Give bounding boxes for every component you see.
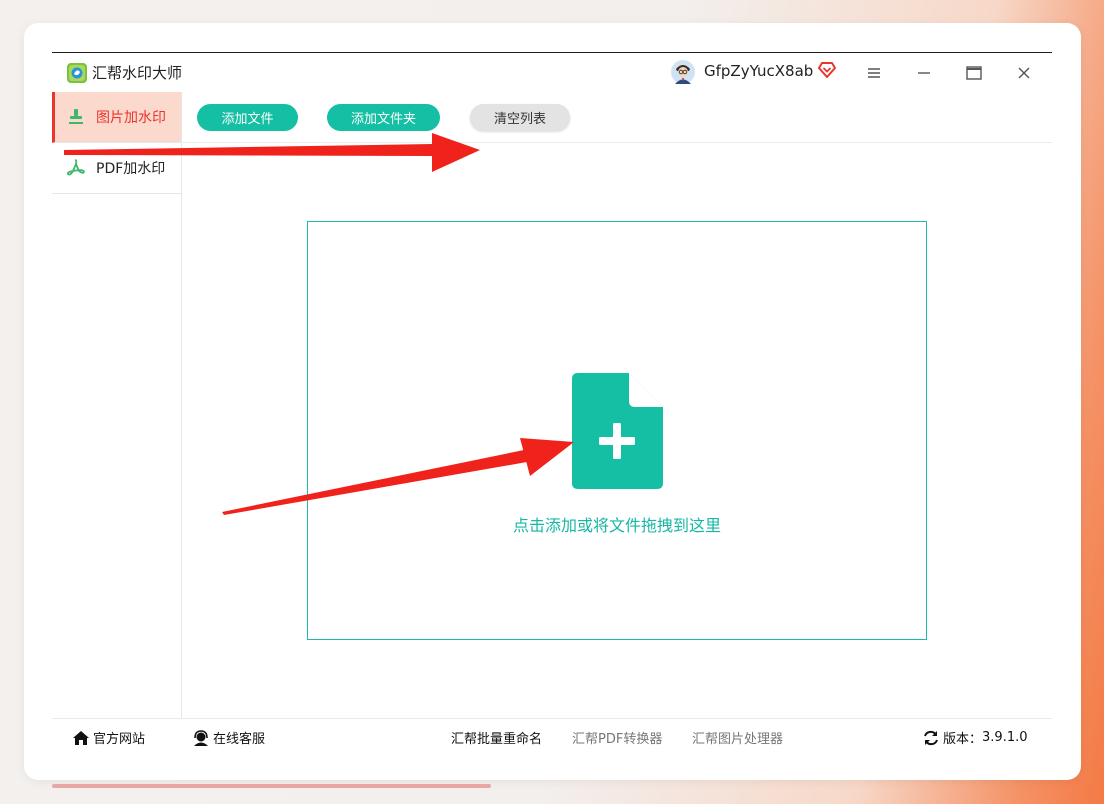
menu-icon[interactable]	[862, 61, 886, 85]
sidebar-item-label: PDF加水印	[96, 161, 166, 177]
user-avatar-icon[interactable]	[671, 60, 695, 84]
decorative-bar	[52, 784, 491, 788]
online-support-label: 在线客服	[213, 732, 266, 747]
sidebar-item-label: 图片加水印	[96, 110, 166, 126]
image-processor-link[interactable]: 汇帮图片处理器	[692, 728, 783, 747]
official-website-label: 官方网站	[93, 732, 146, 747]
app-logo-icon	[67, 63, 87, 83]
official-website-link[interactable]: 官方网站	[72, 728, 145, 747]
clear-list-button[interactable]: 清空列表	[470, 104, 570, 131]
toolbar: 添加文件 添加文件夹 清空列表	[181, 92, 1052, 143]
version-value: 3.9.1.0	[982, 730, 1028, 745]
sidebar-item-image-watermark[interactable]: 图片加水印	[52, 92, 181, 143]
maximize-icon[interactable]	[962, 61, 986, 85]
add-file-button[interactable]: 添加文件	[197, 104, 298, 131]
pdf-icon	[66, 159, 85, 176]
pdf-converter-link[interactable]: 汇帮PDF转换器	[572, 728, 662, 747]
minimize-icon[interactable]	[912, 61, 936, 85]
sidebar: 图片加水印 PDF加水印	[52, 92, 182, 718]
sidebar-item-pdf-watermark[interactable]: PDF加水印	[52, 143, 181, 194]
footer: 官方网站 在线客服 汇帮批量重命名 汇帮PDF转换器 汇帮图片处理器 版本： 3…	[52, 718, 1052, 753]
stamp-icon	[69, 109, 83, 124]
refresh-icon	[924, 730, 938, 745]
home-icon	[73, 730, 89, 745]
file-drop-zone[interactable]: 点击添加或将文件拖拽到这里	[307, 221, 927, 640]
version-info[interactable]: 版本： 3.9.1.0	[922, 728, 1028, 747]
headset-icon	[194, 729, 208, 746]
add-folder-button[interactable]: 添加文件夹	[327, 104, 440, 131]
version-label: 版本：	[943, 732, 983, 747]
file-add-icon[interactable]	[572, 373, 663, 489]
close-icon[interactable]	[1012, 61, 1036, 85]
batch-rename-link[interactable]: 汇帮批量重命名	[451, 728, 542, 747]
drop-zone-hint: 点击添加或将文件拖拽到这里	[512, 516, 721, 535]
title-bar: 汇帮水印大师 GfpZyYucX8ab	[52, 53, 1052, 92]
vip-heart-icon[interactable]	[817, 61, 837, 79]
online-support-link[interactable]: 在线客服	[192, 728, 265, 747]
app-title: 汇帮水印大师	[92, 64, 183, 82]
user-name[interactable]: GfpZyYucX8ab	[704, 62, 813, 80]
app-window: 汇帮水印大师 GfpZyYucX8ab 图片加水印 PDF加水印 添加文件 添加…	[52, 52, 1052, 753]
